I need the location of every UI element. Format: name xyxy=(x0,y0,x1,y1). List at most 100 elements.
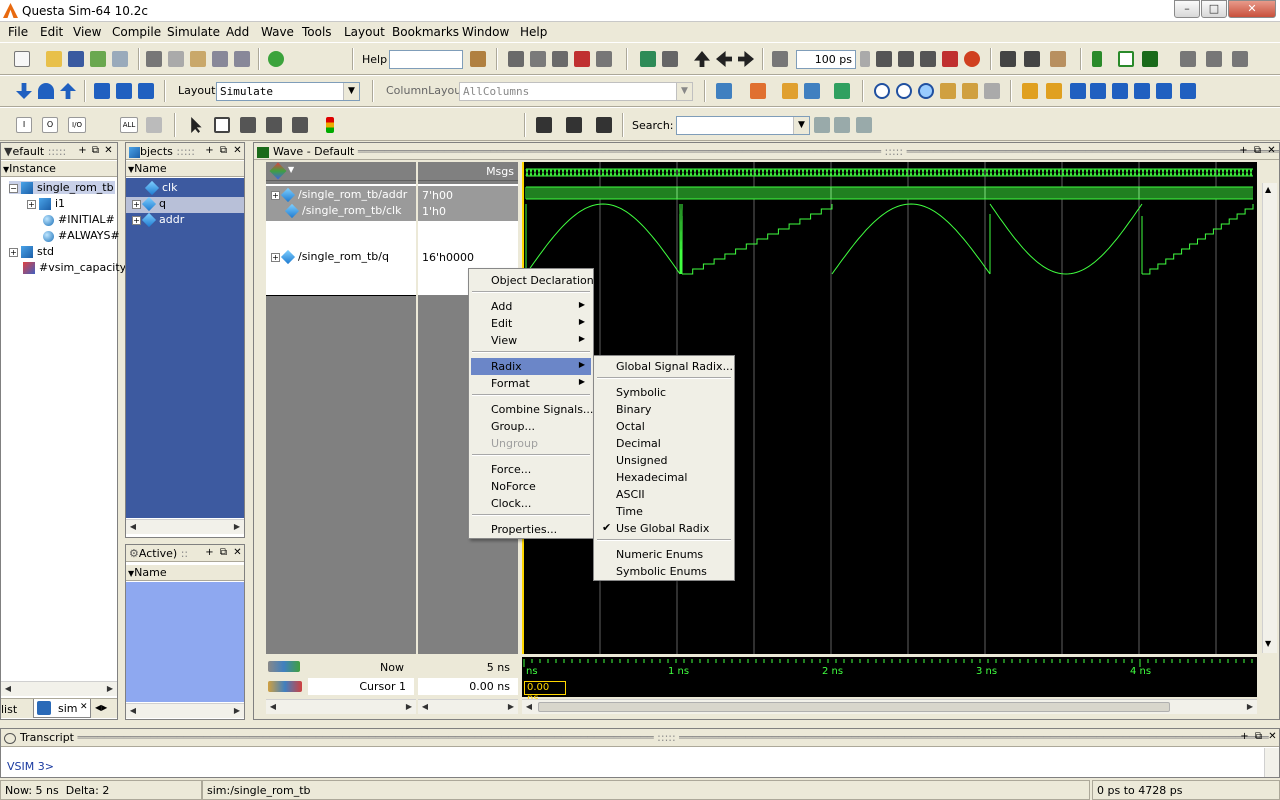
radix-item-binary[interactable]: Binary xyxy=(596,401,732,418)
menu-simulate[interactable]: Simulate xyxy=(167,25,220,39)
processes-column-header[interactable]: ▼Name xyxy=(126,565,244,581)
wave-add-2-icon[interactable] xyxy=(750,83,766,99)
signal-light-icon[interactable] xyxy=(326,117,334,133)
select-pointer-icon[interactable] xyxy=(191,117,202,133)
hand-icon[interactable] xyxy=(1050,51,1066,67)
structure-column-header[interactable]: ▼Instance xyxy=(1,161,117,177)
tab-sim[interactable]: sim ✕ xyxy=(33,699,91,718)
wave-names-hscroll[interactable]: ◀ ▶ xyxy=(266,699,416,714)
simulate-icon[interactable] xyxy=(552,51,568,67)
edge-falling-icon[interactable] xyxy=(1112,83,1128,99)
forward-arrow-icon[interactable] xyxy=(738,51,754,67)
search-clear-icon[interactable] xyxy=(856,117,872,133)
menu-help[interactable]: Help xyxy=(520,25,547,39)
menu-bookmarks[interactable]: Bookmarks xyxy=(392,25,459,39)
memory-icon[interactable] xyxy=(662,51,678,67)
step-out-icon[interactable] xyxy=(60,83,76,99)
radix-item-hexadecimal[interactable]: Hexadecimal xyxy=(596,469,732,486)
menu-item-radix[interactable]: Radix ▶ xyxy=(471,358,591,375)
open-folder-icon[interactable] xyxy=(46,51,62,67)
objects-panel-undock-icon[interactable]: ⧉ xyxy=(218,145,229,157)
transcript-close-icon[interactable]: ✕ xyxy=(1267,731,1278,743)
restart-icon[interactable] xyxy=(596,51,612,67)
zoom-range-icon[interactable] xyxy=(962,83,978,99)
zoom-in-icon[interactable] xyxy=(874,83,890,99)
wave-tool-2-icon[interactable] xyxy=(1206,51,1222,67)
pan-mode-icon[interactable] xyxy=(240,117,256,133)
tab-list[interactable]: list xyxy=(1,703,17,716)
find-prev-icon[interactable] xyxy=(536,117,552,133)
transcript-vscroll[interactable] xyxy=(1264,748,1279,777)
search-go-icon[interactable] xyxy=(814,117,830,133)
cursor-remove-icon[interactable] xyxy=(1046,83,1062,99)
processes-hscroll[interactable]: ◀ ▶ xyxy=(126,703,244,718)
menu-window[interactable]: Window xyxy=(462,25,509,39)
transcript-undock-icon[interactable]: ⧉ xyxy=(1253,731,1264,743)
minimize-button[interactable]: – xyxy=(1174,0,1200,18)
filter-inout-icon[interactable]: I/O xyxy=(68,117,86,133)
structure-panel-close-icon[interactable]: ✕ xyxy=(103,145,114,157)
filter-input-icon[interactable]: I xyxy=(16,117,32,133)
search-dropdown-icon[interactable]: ▼ xyxy=(793,117,809,134)
wave-add-1-icon[interactable] xyxy=(716,83,732,99)
step-out-2-icon[interactable] xyxy=(138,83,154,99)
menu-tools[interactable]: Tools xyxy=(302,25,332,39)
menu-item-noforce[interactable]: NoForce xyxy=(471,478,591,495)
transcript-prompt[interactable]: VSIM 3> xyxy=(7,760,54,773)
filter-all-icon[interactable]: ALL xyxy=(120,117,138,133)
zoom-full-icon[interactable] xyxy=(918,83,934,99)
menu-item-format[interactable]: Format ▶ xyxy=(471,375,591,392)
wave-add-4-icon[interactable] xyxy=(804,83,820,99)
tab-sim-close-icon[interactable]: ✕ xyxy=(80,702,88,712)
wave-signal-q[interactable]: +/single_rom_tb/q xyxy=(271,249,389,265)
radix-item-numeric-enums[interactable]: Numeric Enums xyxy=(596,546,732,563)
break-icon[interactable] xyxy=(574,51,590,67)
menu-edit[interactable]: Edit xyxy=(40,25,63,39)
cursor-lock-icon[interactable] xyxy=(268,681,302,692)
wave-tool-3-icon[interactable] xyxy=(1232,51,1248,67)
edge-last-icon[interactable] xyxy=(1180,83,1196,99)
edit-mode-icon[interactable] xyxy=(266,117,282,133)
wave-add-5-icon[interactable] xyxy=(834,83,850,99)
menu-compile[interactable]: Compile xyxy=(112,25,161,39)
new-file-icon[interactable] xyxy=(14,51,30,67)
wave-pulse-icon[interactable] xyxy=(1118,51,1134,67)
menu-file[interactable]: File xyxy=(8,25,28,39)
cursor-tools-icon[interactable] xyxy=(268,661,300,672)
compile-icon[interactable] xyxy=(508,51,524,67)
close-button[interactable]: ✕ xyxy=(1228,0,1276,18)
tree-item-initial[interactable]: #INITIAL# xyxy=(43,213,115,226)
layout-select[interactable]: Simulate xyxy=(216,82,360,101)
menu-item-force[interactable]: Force... xyxy=(471,461,591,478)
objects-panel-close-icon[interactable]: ✕ xyxy=(232,145,243,157)
cursor-add-icon[interactable] xyxy=(1022,83,1038,99)
cursor-1-label[interactable]: Cursor 1 xyxy=(308,678,414,695)
edge-next-icon[interactable] xyxy=(1090,83,1106,99)
wave-vscroll[interactable]: ▲ ▼ xyxy=(1262,183,1277,653)
filter-output-icon[interactable]: O xyxy=(42,117,58,133)
radix-item-global-signal-radix[interactable]: Global Signal Radix... xyxy=(596,358,733,375)
radix-item-time[interactable]: Time xyxy=(596,503,732,520)
wave-tool-1-icon[interactable] xyxy=(1180,51,1196,67)
maximize-button[interactable]: □ xyxy=(1201,0,1227,18)
menu-item-view[interactable]: View ▶ xyxy=(471,332,591,349)
copy-icon[interactable] xyxy=(168,51,184,67)
structure-panel-dock-icon[interactable]: + xyxy=(77,145,88,157)
structure-hscroll[interactable]: ◀ ▶ xyxy=(1,681,117,696)
cut-icon[interactable] xyxy=(146,51,162,67)
objects-hscroll[interactable]: ◀ ▶ xyxy=(126,519,244,534)
wave-values-hscroll[interactable]: ◀ ▶ xyxy=(418,699,518,714)
tree-item-std[interactable]: + std xyxy=(9,245,54,258)
step-into-icon[interactable] xyxy=(16,83,32,99)
search-input[interactable] xyxy=(676,116,810,135)
tree-item-i1[interactable]: + i1 xyxy=(27,197,65,210)
zoom-mode-icon[interactable] xyxy=(214,117,230,133)
paste-icon[interactable] xyxy=(190,51,206,67)
dataflow-icon[interactable] xyxy=(640,51,656,67)
measure-icon[interactable] xyxy=(292,117,308,133)
continue-icon[interactable] xyxy=(898,51,914,67)
radix-item-symbolic[interactable]: Symbolic xyxy=(596,384,732,401)
menu-layout[interactable]: Layout xyxy=(344,25,385,39)
find-all-icon[interactable] xyxy=(596,117,612,133)
wave-close-icon[interactable]: ✕ xyxy=(1266,145,1277,157)
